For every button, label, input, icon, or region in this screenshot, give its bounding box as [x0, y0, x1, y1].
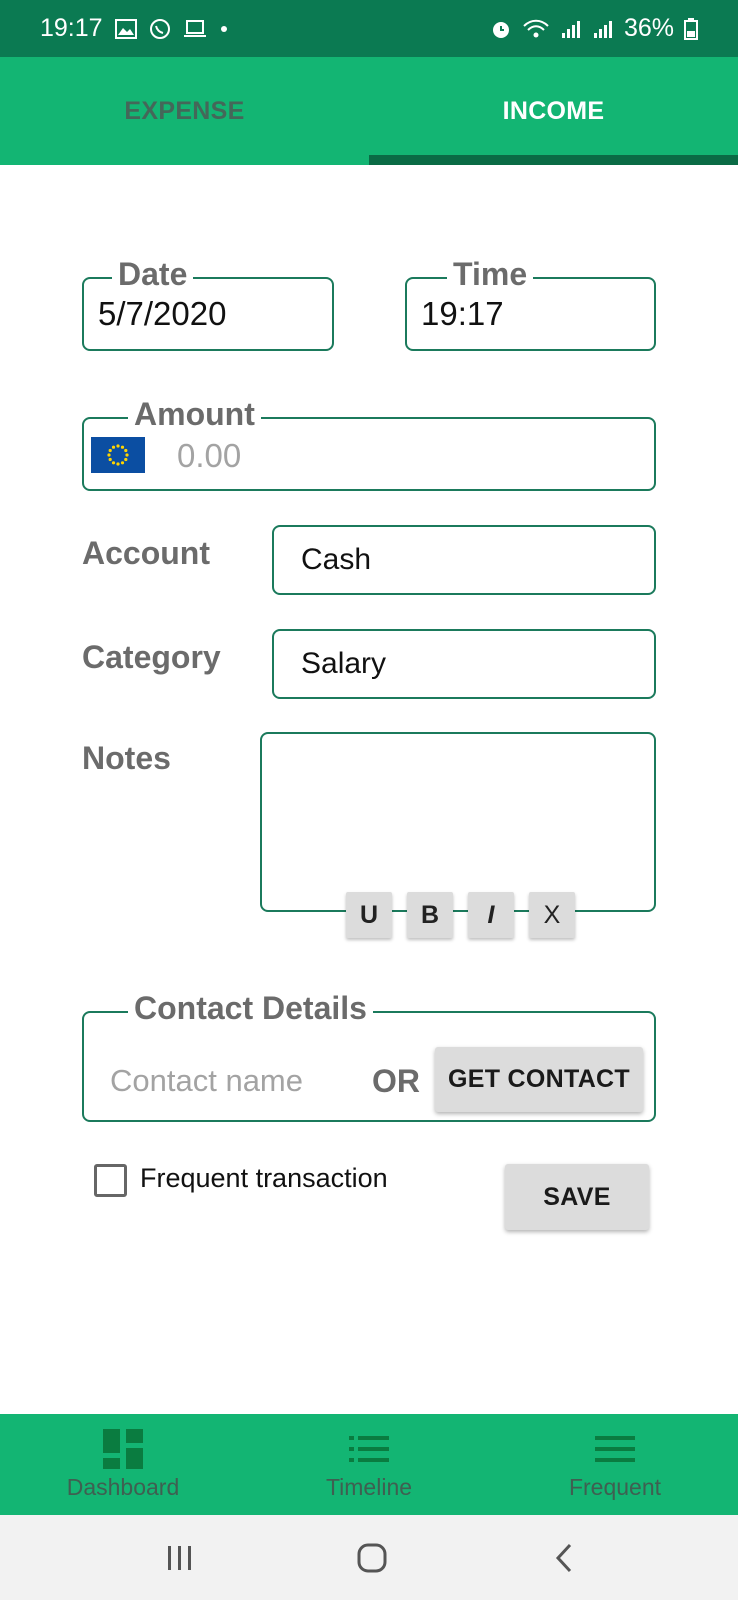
battery-percent: 36%	[623, 14, 674, 42]
status-left: 19:17	[40, 14, 229, 43]
notes-textarea[interactable]	[260, 732, 656, 912]
category-value: Salary	[301, 647, 387, 680]
tab-bar: EXPENSE INCOME	[0, 57, 738, 165]
alarm-icon	[490, 18, 512, 40]
category-label: Category	[82, 639, 221, 675]
image-icon	[114, 18, 137, 39]
nav-frequent[interactable]: Frequent	[492, 1414, 738, 1515]
wifi-icon	[522, 18, 550, 40]
nav-dashboard[interactable]: Dashboard	[0, 1414, 246, 1515]
dashboard-icon	[103, 1428, 143, 1470]
nav-timeline-label: Timeline	[325, 1474, 413, 1500]
amount-input[interactable]: 0.00	[177, 437, 241, 475]
battery-icon	[684, 17, 698, 40]
date-field[interactable]: Date 5/7/2020	[82, 256, 334, 351]
eu-flag-icon[interactable]	[91, 437, 145, 473]
recent-apps-icon[interactable]	[120, 1515, 240, 1600]
dot-icon	[219, 24, 229, 34]
account-label: Account	[82, 535, 210, 571]
get-contact-button[interactable]: GET CONTACT	[435, 1047, 643, 1112]
nav-frequent-label: Frequent	[568, 1474, 662, 1500]
tab-income[interactable]: INCOME	[369, 57, 738, 165]
menu-icon	[595, 1428, 635, 1470]
tab-indicator	[369, 155, 738, 165]
time-label: Time	[447, 256, 534, 292]
date-label: Date	[112, 256, 194, 292]
bold-button[interactable]: B	[407, 892, 453, 938]
account-select[interactable]: Cash	[272, 525, 656, 595]
save-button[interactable]: SAVE	[505, 1164, 649, 1230]
system-nav-bar	[0, 1515, 738, 1600]
laptop-icon	[183, 19, 207, 39]
clear-format-button[interactable]: X	[529, 892, 575, 938]
date-value: 5/7/2020	[98, 295, 227, 332]
underline-button[interactable]: U	[346, 892, 392, 938]
notes-label: Notes	[82, 740, 171, 776]
tab-expense[interactable]: EXPENSE	[0, 57, 369, 165]
category-select[interactable]: Salary	[272, 629, 656, 699]
time-field[interactable]: Time 19:17	[405, 256, 656, 351]
status-right: 36%	[490, 14, 698, 43]
amount-label: Amount	[128, 396, 261, 432]
status-time: 19:17	[40, 14, 103, 42]
italic-button[interactable]: I	[468, 892, 514, 938]
time-value: 19:17	[421, 295, 504, 332]
status-bar: 19:17 36%	[0, 0, 738, 57]
list-icon	[349, 1428, 389, 1470]
nav-dashboard-label: Dashboard	[66, 1474, 180, 1500]
home-icon[interactable]	[312, 1515, 432, 1600]
or-text: OR	[372, 1063, 420, 1099]
contact-details-label: Contact Details	[128, 990, 373, 1026]
signal-r-icon	[592, 18, 614, 40]
bottom-nav: Dashboard Timeline Frequent	[0, 1414, 738, 1515]
amount-field[interactable]: Amount 0.00	[82, 396, 656, 491]
signal-icon	[560, 18, 582, 40]
contact-details-group: Contact Details Contact name OR GET CONT…	[82, 990, 656, 1122]
contact-name-input[interactable]: Contact name	[110, 1063, 303, 1099]
account-value: Cash	[301, 543, 372, 576]
frequent-checkbox[interactable]	[94, 1164, 127, 1197]
frequent-label[interactable]: Frequent transaction	[140, 1163, 388, 1194]
back-icon[interactable]	[504, 1515, 624, 1600]
whatsapp-icon	[149, 18, 171, 40]
nav-timeline[interactable]: Timeline	[246, 1414, 492, 1515]
